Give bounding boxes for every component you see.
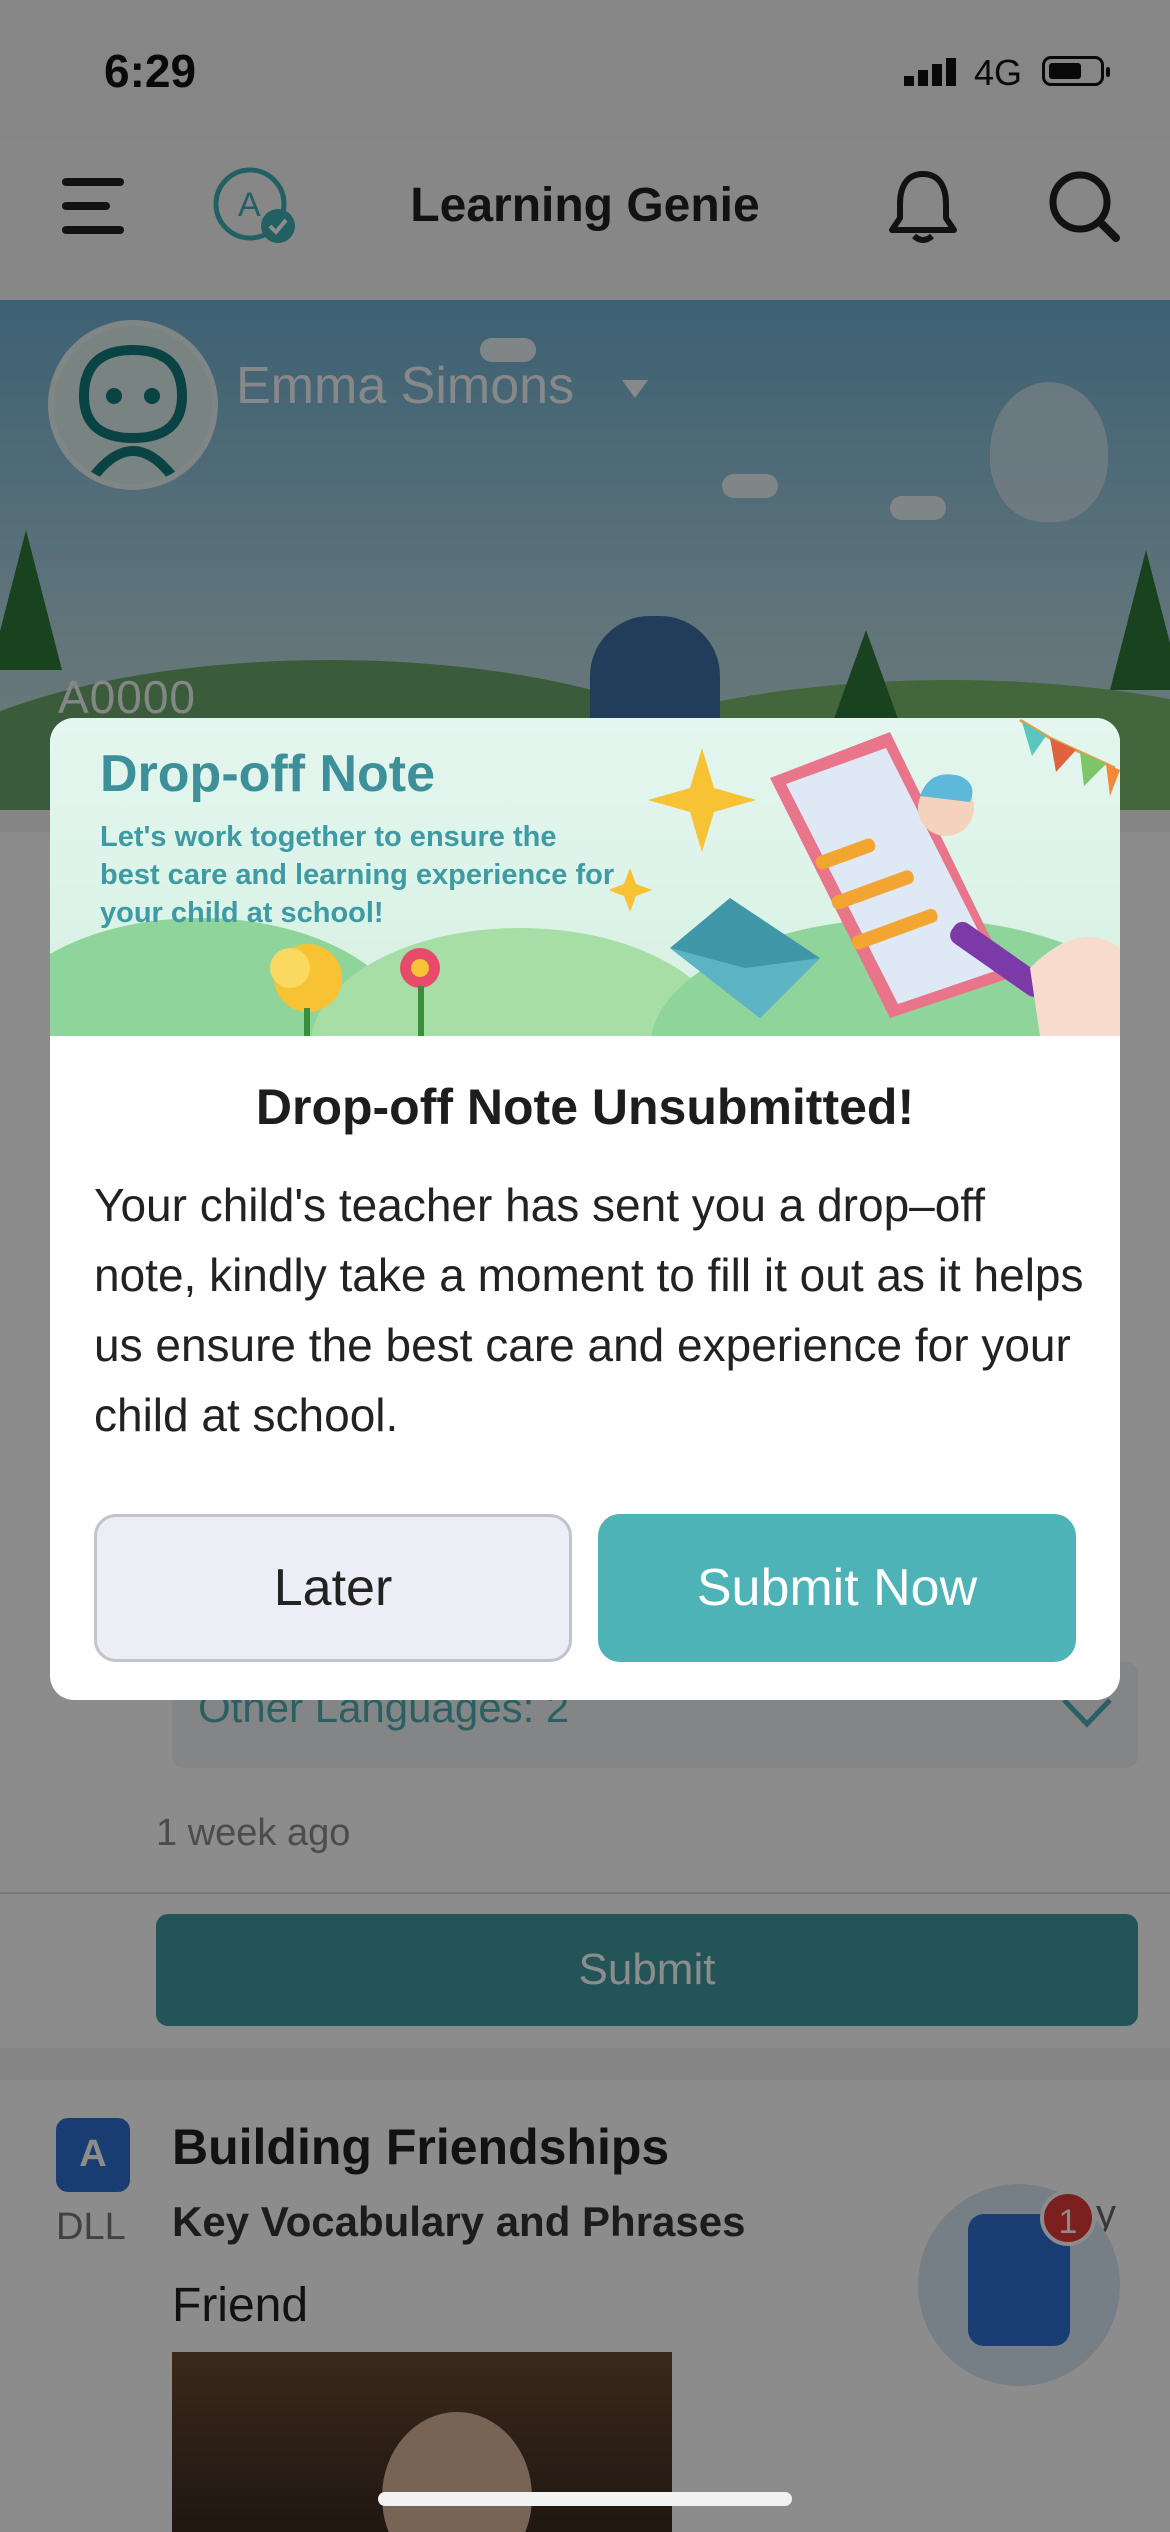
flowers-illustration [270,944,440,1036]
dropoff-note-modal: Drop-off Note Let's work together to ens… [50,718,1120,1700]
banner-text: Let's work together to ensure the best c… [100,821,615,929]
clipboard-illustration [610,718,1120,1036]
home-indicator[interactable] [378,2492,792,2506]
banner-title: Drop-off Note [100,745,436,803]
later-button[interactable]: Later [94,1514,572,1662]
modal-body-text: Your child's teacher has sent you a drop… [94,1179,1084,1441]
modal-banner: Drop-off Note Let's work together to ens… [50,718,1120,1036]
submit-now-button[interactable]: Submit Now [598,1514,1076,1662]
modal-heading: Drop-off Note Unsubmitted! [255,1079,915,1135]
